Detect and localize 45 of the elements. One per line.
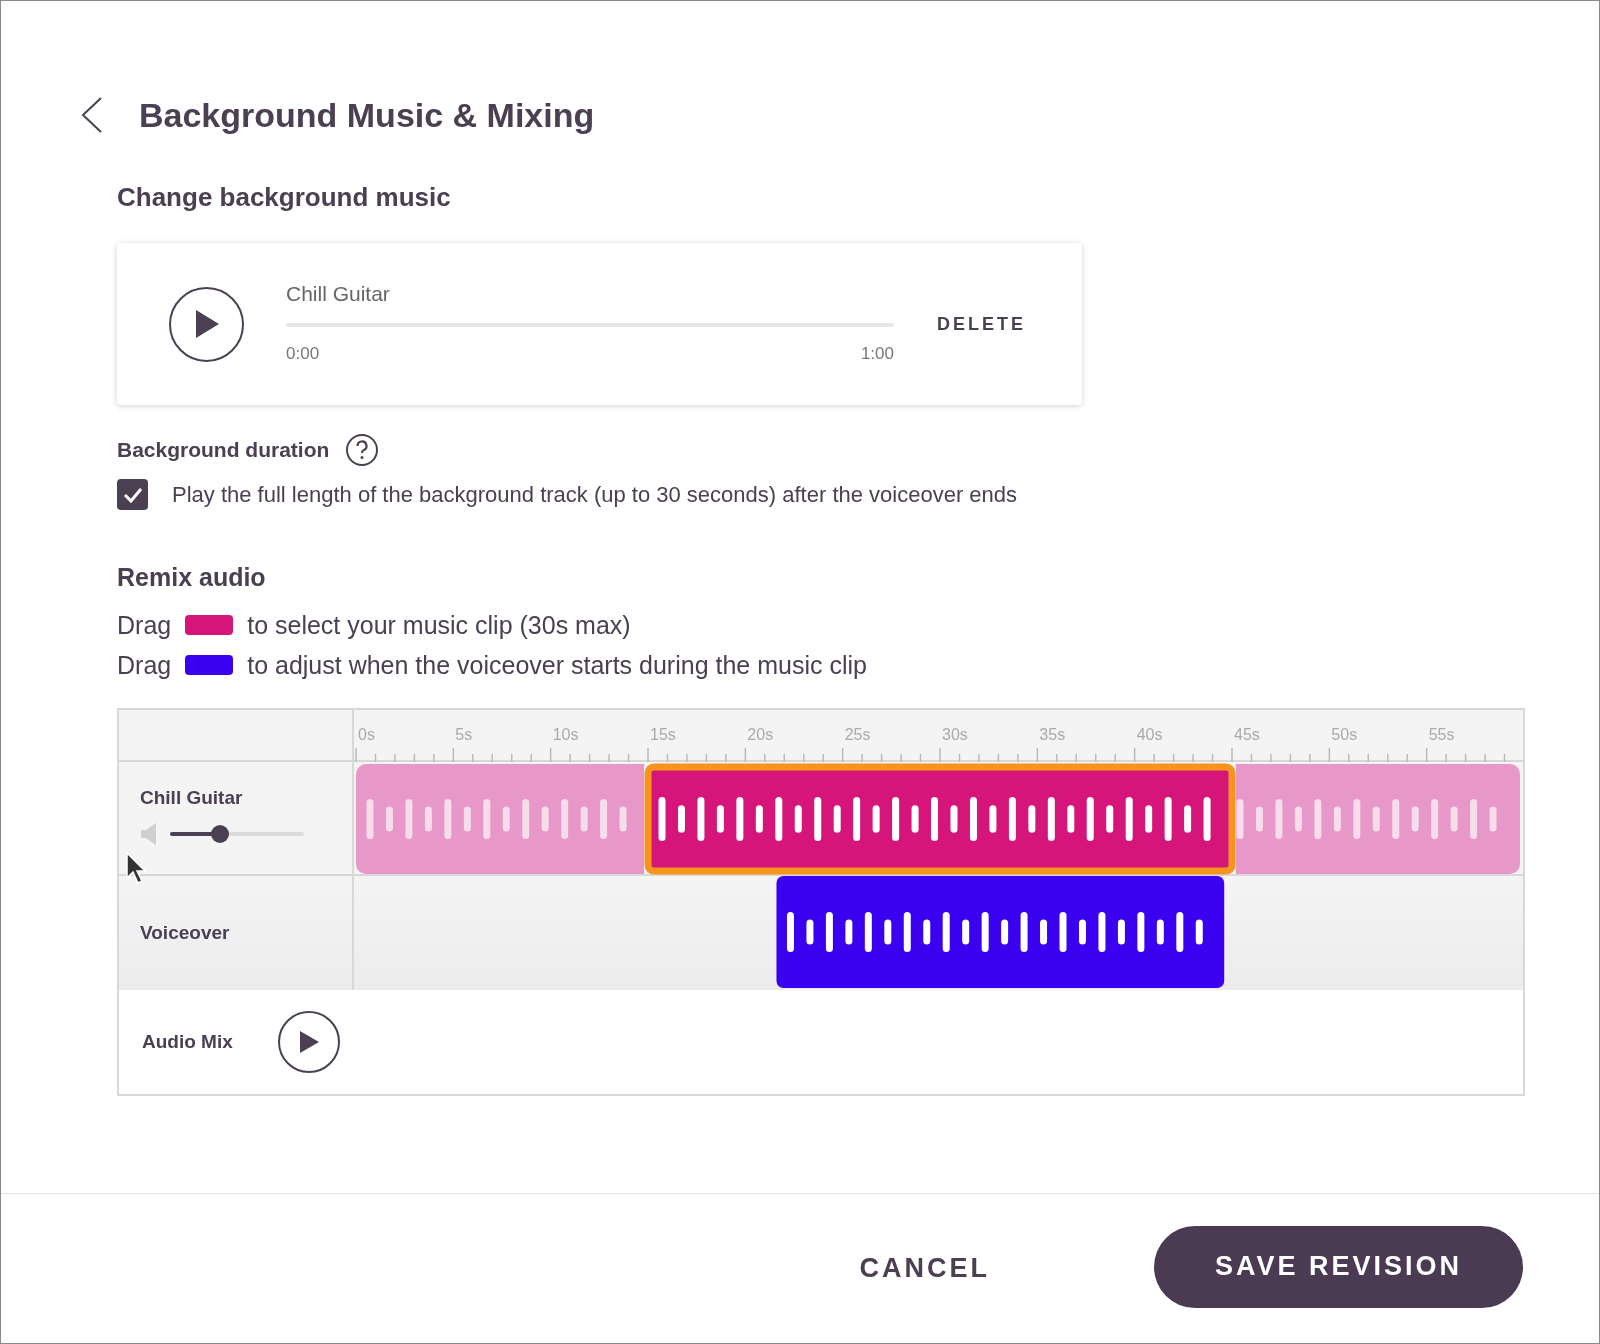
tick-label: 25s — [844, 726, 871, 743]
tick-label: 50s — [1331, 726, 1358, 743]
back-icon — [79, 96, 103, 134]
section-heading: Remix audio — [117, 562, 267, 592]
tick-label: 35s — [1039, 726, 1066, 743]
tick-label: 30s — [942, 726, 968, 743]
track-label: Voiceover — [140, 921, 231, 945]
check-icon — [122, 486, 143, 503]
tick-label: 55s — [1428, 726, 1455, 743]
tick-label: 40s — [1136, 726, 1163, 743]
legend-prefix: Drag — [117, 610, 172, 640]
page-title: Background Music & Mixing — [139, 95, 595, 135]
voiceover-clip[interactable] — [776, 876, 1225, 988]
save-button[interactable]: SAVE REVISION — [1154, 1225, 1523, 1308]
legend-text: to select your music clip (30s max) — [247, 610, 631, 640]
music-clip[interactable] — [1236, 764, 1520, 874]
tick-label: 45s — [1234, 726, 1260, 743]
tick-label: 15s — [650, 726, 676, 743]
tick-label: 5s — [455, 726, 473, 743]
tick-label: 10s — [552, 726, 579, 743]
field-label: Background duration — [117, 437, 330, 463]
play-icon — [193, 309, 220, 339]
track-label: Audio Mix — [142, 1029, 234, 1054]
legend-text: to adjust when the voiceover starts during the music clip — [247, 650, 867, 680]
checkbox[interactable] — [117, 479, 148, 510]
slider-thumb[interactable] — [210, 825, 229, 843]
elapsed-time: 0:00 — [286, 343, 320, 366]
volume-slider[interactable] — [170, 825, 304, 843]
music-clip[interactable] — [356, 764, 644, 874]
delete-button[interactable]: DELETE — [937, 310, 1026, 338]
track-name: Chill Guitar — [286, 281, 391, 308]
cancel-button[interactable]: CANCEL — [859, 1238, 990, 1299]
play-button[interactable] — [169, 286, 244, 362]
track-duration: 1:00 — [860, 343, 894, 366]
legend-prefix: Drag — [117, 650, 172, 680]
section-heading: Change background music — [117, 181, 452, 213]
mouse-cursor-icon — [126, 852, 148, 884]
selected-music-region[interactable] — [644, 763, 1236, 875]
track-label: Chill Guitar — [140, 786, 244, 810]
help-icon[interactable] — [345, 433, 380, 467]
play-button[interactable] — [278, 1011, 340, 1073]
checkbox-label: Play the full length of the background track (up to 30 seconds) after the voiceover ends — [172, 481, 1018, 508]
tick-label: 20s — [747, 726, 774, 743]
tick-label: 0s — [358, 726, 375, 743]
play-icon — [298, 1030, 320, 1054]
